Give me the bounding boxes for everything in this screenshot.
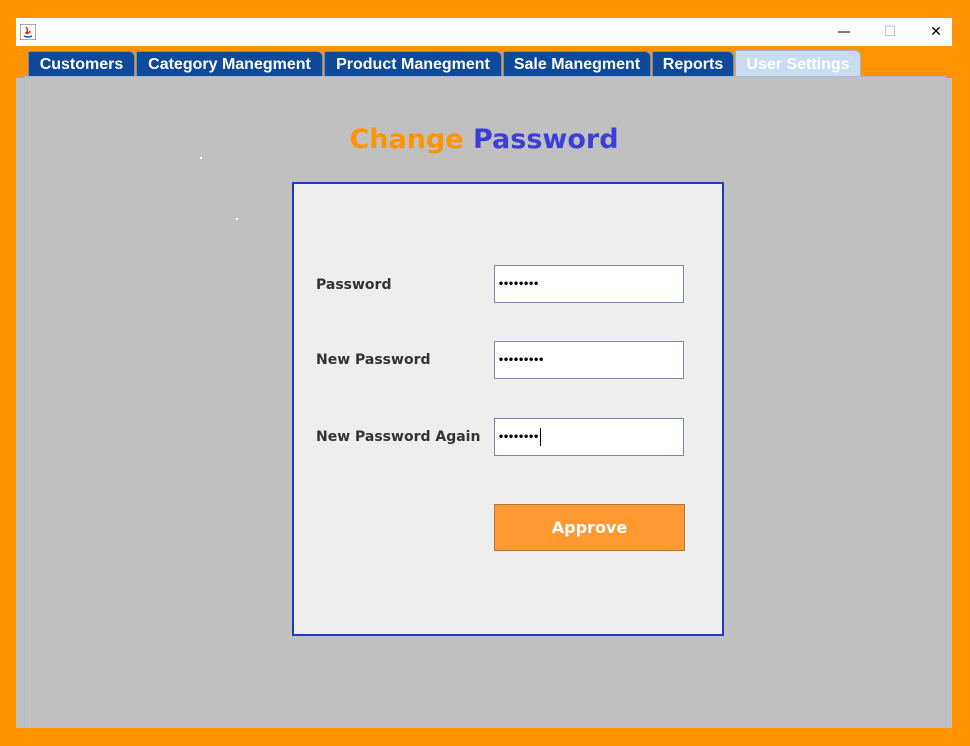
text-caret (540, 428, 542, 446)
minimize-icon: — (837, 24, 851, 40)
close-icon: ✕ (930, 24, 942, 40)
new-password-field[interactable]: ••••••••• (494, 341, 684, 379)
new-password-again-label: New Password Again (316, 429, 481, 445)
password-label: Password (316, 277, 392, 293)
decorative-dot (200, 157, 202, 159)
password-field[interactable]: •••••••• (494, 265, 684, 303)
tab-customers[interactable]: Customers (28, 51, 135, 77)
decorative-dot (236, 218, 238, 220)
tab-category-manegment[interactable]: Category Manegment (136, 51, 323, 77)
close-button[interactable]: ✕ (913, 18, 959, 46)
app-window: — ☐ ✕ Customers Category Manegment Produ… (16, 18, 952, 728)
minimize-button[interactable]: — (821, 18, 867, 46)
approve-button[interactable]: Approve (494, 504, 685, 551)
page-title-word-2: Password (472, 124, 619, 155)
tab-sale-manegment[interactable]: Sale Manegment (503, 51, 651, 77)
title-bar: — ☐ ✕ (16, 18, 952, 46)
tab-product-manegment[interactable]: Product Manegment (324, 51, 502, 77)
new-password-value: ••••••••• (498, 354, 544, 366)
new-password-label: New Password (316, 352, 431, 368)
password-value: •••••••• (498, 278, 539, 290)
tab-user-settings[interactable]: User Settings (735, 50, 861, 78)
java-app-icon (20, 24, 36, 40)
tab-bar: Customers Category Manegment Product Man… (16, 46, 952, 78)
page-title-word-1: Change (349, 124, 464, 155)
change-password-form: Password •••••••• New Password •••••••••… (292, 182, 724, 636)
maximize-button[interactable]: ☐ (867, 18, 913, 46)
tab-reports[interactable]: Reports (652, 51, 734, 77)
new-password-again-value: •••••••• (498, 431, 539, 443)
page-title: Change Password (16, 124, 952, 155)
new-password-again-field[interactable]: •••••••• (494, 418, 684, 456)
maximize-icon: ☐ (883, 24, 897, 40)
